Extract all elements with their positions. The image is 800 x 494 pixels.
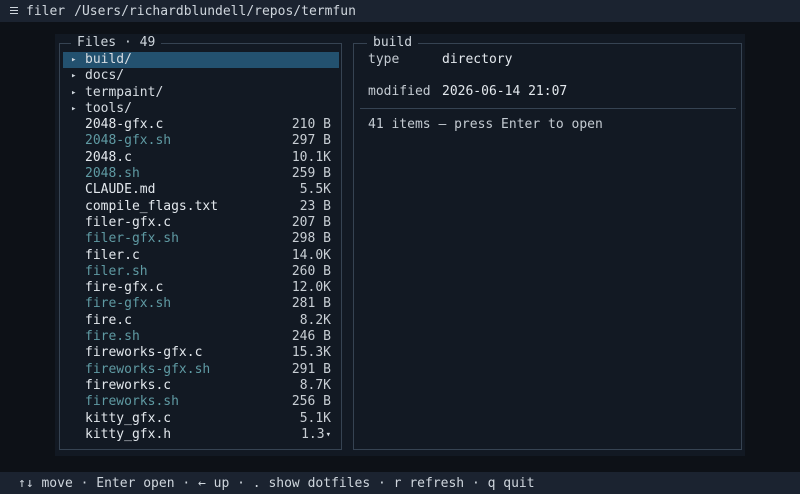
file-row[interactable]: 2048-gfx.c 210 B [63,117,339,133]
file-name: 2048.c [85,149,132,165]
file-row[interactable]: fire-gfx.c 12.0K [63,280,339,296]
file-name: build/ [85,52,132,67]
file-row[interactable]: 2048-gfx.sh 297 B [63,133,339,149]
file-row[interactable]: CLAUDE.md 5.5K [63,182,339,198]
file-name: termpaint/ [85,84,164,100]
terminal-icon [10,6,18,16]
file-row[interactable]: compile_flags.txt 23 B [63,199,339,215]
file-size: 281 B [291,296,331,312]
file-name: fire-gfx.c [85,280,164,296]
file-name: compile_flags.txt [85,198,219,214]
file-name: fireworks-gfx.c [85,345,203,361]
file-name: 2048-gfx.c [85,117,164,133]
file-row[interactable]: fire-gfx.sh 281 B [63,296,339,312]
file-name: CLAUDE.md [85,182,156,198]
type-label: type [368,52,400,67]
file-size: 256 B [291,394,331,410]
modified-row: modified 2026-06-14 21:07 [368,84,728,100]
file-row[interactable]: fireworks.sh 256 B [63,394,339,410]
file-size: 10.1K [291,149,331,165]
type-row: type directory [368,52,728,68]
folder-expand-icon: ▸ [71,87,77,98]
file-size: 15.3K [291,345,331,361]
file-row[interactable]: 2048.c 10.1K [63,150,339,166]
file-size: 8.2K [299,312,331,328]
file-list[interactable]: ▸ build/ ▸ docs/ ▸ termpaint/ ▸ tools/2048-gfx.… [63,52,339,443]
file-size: 246 B [291,329,331,345]
file-name: fire.sh [85,329,140,345]
file-name: 2048-gfx.sh [85,133,172,149]
file-size: 207 B [291,214,331,230]
type-value: directory [442,52,513,67]
file-size: 8.7K [299,377,331,393]
file-row[interactable]: fireworks-gfx.c 15.3K [63,345,339,361]
file-name: filer.sh [85,263,148,279]
file-size: 23 B [299,198,331,214]
file-row[interactable]: 2048.sh 259 B [63,166,339,182]
file-name: fire-gfx.sh [85,296,172,312]
file-size: 1.3 [301,426,325,442]
title-bar: filer /Users/richardblundell/repos/termf… [0,0,800,22]
current-path: /Users/richardblundell/repos/termfun [74,3,356,19]
file-row[interactable]: filer.c 14.0K [63,248,339,264]
directory-row[interactable]: ▸ termpaint/ [63,85,339,101]
files-panel: Files · 49 ▸ build/ ▸ docs/ ▸ termpaint/ ▸ tool… [59,35,342,450]
file-row[interactable]: filer-gfx.sh 298 B [63,231,339,247]
file-size: 14.0K [291,247,331,263]
directory-row[interactable]: ▸ tools/ [63,101,339,117]
file-name: filer.c [85,247,140,263]
file-row[interactable]: fireworks.c 8.7K [63,378,339,394]
file-name: filer-gfx.sh [85,231,179,247]
files-panel-title: Files · 49 [71,35,162,51]
file-size: 210 B [291,117,331,133]
open-hint: 41 items — press Enter to open [368,117,603,132]
file-name: fireworks.sh [85,394,179,410]
file-row[interactable]: kitty_gfx.h 1.3 ▾ [63,427,339,443]
folder-expand-icon: ▸ [71,71,77,82]
file-name: fire.c [85,312,132,328]
file-name: tools/ [85,100,132,116]
file-size: 5.5K [299,182,331,198]
file-size: 298 B [291,231,331,247]
file-row[interactable]: filer-gfx.c 207 B [63,215,339,231]
directory-row[interactable]: ▸ docs/ [63,68,339,84]
file-row[interactable]: fireworks-gfx.sh 291 B [63,362,339,378]
file-size: 297 B [291,133,331,149]
file-size: 260 B [291,263,331,279]
file-size: 5.1K [299,410,331,426]
app-name: filer [26,3,66,19]
file-row[interactable]: kitty_gfx.c 5.1K [63,411,339,427]
detail-panel: build type directory modified 2026-06-14… [353,35,742,450]
file-name: fireworks.c [85,377,172,393]
detail-info: type directory modified 2026-06-14 21:07 [368,52,728,100]
detail-panel-title: build [367,35,419,51]
status-bar: ↑↓ move · Enter open · ← up · . show dot… [0,472,800,494]
modified-label: modified [368,84,431,99]
file-size: 259 B [291,166,331,182]
file-name: kitty_gfx.c [85,410,172,426]
file-size: 12.0K [291,280,331,296]
folder-expand-icon: ▸ [71,103,77,114]
file-row[interactable]: filer.sh 260 B [63,264,339,280]
file-name: kitty_gfx.h [85,426,172,442]
folder-expand-icon: ▸ [71,55,77,65]
file-name: fireworks-gfx.sh [85,361,211,377]
scroll-more-icon[interactable]: ▾ [326,427,331,443]
detail-divider [360,108,736,109]
file-row[interactable]: fire.sh 246 B [63,329,339,345]
file-name: docs/ [85,68,125,84]
file-name: filer-gfx.c [85,214,172,230]
file-size: 291 B [291,361,331,377]
file-row[interactable]: fire.c 8.2K [63,313,339,329]
modified-value: 2026-06-14 21:07 [442,84,568,99]
file-name: 2048.sh [85,166,140,182]
directory-row[interactable]: ▸ build/ [63,52,339,69]
